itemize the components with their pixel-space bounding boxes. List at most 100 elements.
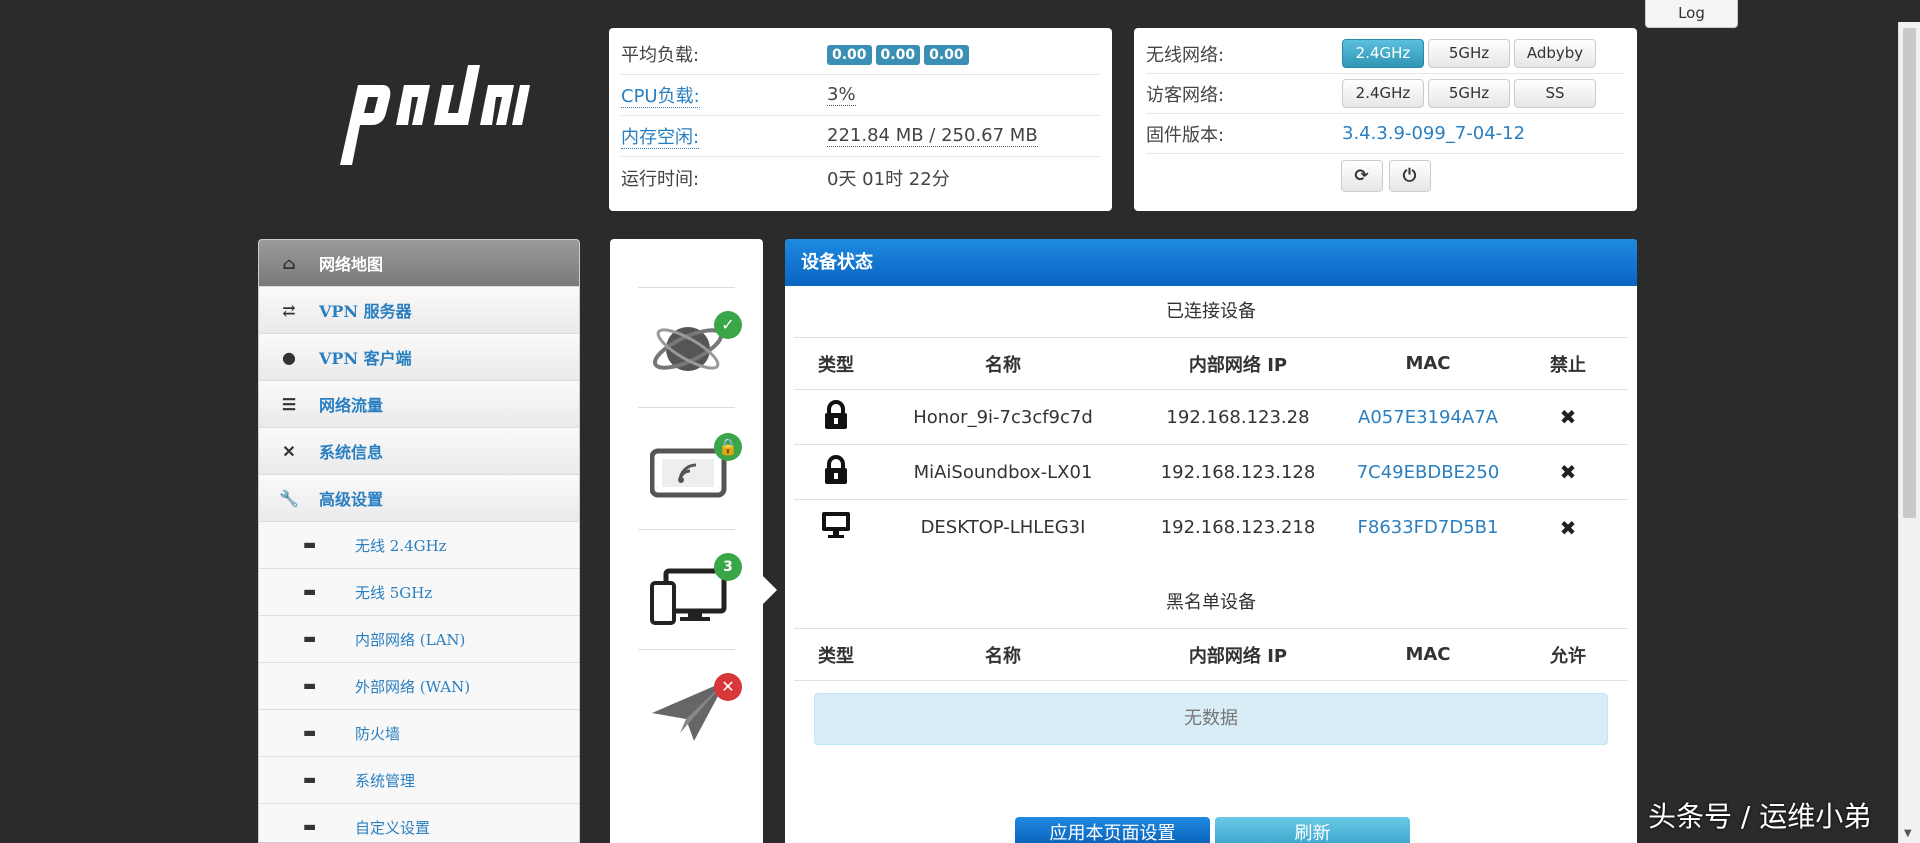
avg-load-row: 平均负载: 0.00 0.00 0.00 (621, 34, 1100, 75)
guest-row: 访客网络: 2.4GHz 5GHz SS (1146, 74, 1625, 114)
submenu-wireless-5g[interactable]: ▬ 无线 5GHz (259, 569, 579, 616)
block-icon[interactable]: ✖ (1508, 405, 1628, 429)
device-ip: 192.168.123.28 (1166, 406, 1310, 428)
col-type: 类型 (818, 645, 854, 667)
guest-label: 访客网络: (1146, 84, 1225, 106)
dash-icon: ▬ (303, 725, 317, 741)
submenu-label: 无线 2.4GHz (355, 536, 447, 555)
wireless-status[interactable]: 🔒 (649, 429, 750, 519)
device-name: Honor_9i-7c3cf9c7d (913, 406, 1093, 428)
apply-settings-button[interactable]: 应用本页面设置 (1015, 817, 1210, 843)
lock-icon (794, 454, 878, 490)
submenu-label: 防火墙 (355, 724, 401, 743)
cpu-row: CPU负载: 3% (621, 75, 1100, 116)
power-actions-row: ⟳ ⏻ (1146, 154, 1625, 198)
error-icon: ✕ (714, 673, 742, 701)
table-row: MiAiSoundbox-LX01 192.168.123.128 7C49EB… (794, 445, 1628, 500)
adbyby-button[interactable]: Adbyby (1514, 39, 1596, 68)
firmware-row: 固件版本: 3.4.3.9-099_7-04-12 (1146, 114, 1625, 154)
submenu-admin[interactable]: ▬ 系统管理 (259, 757, 579, 804)
menu-item-vpn-client[interactable]: ● VPN 客户端 (259, 334, 579, 381)
status-icons-panel: ✓ 🔒 3 ✕ (610, 239, 763, 843)
wireless-label: 无线网络: (1146, 44, 1225, 66)
ss-button[interactable]: SS (1514, 79, 1596, 108)
menu-label: 高级设置 (319, 490, 384, 509)
clients-status[interactable]: 3 (650, 549, 750, 639)
scrollbar-thumb[interactable] (1903, 28, 1916, 518)
network-panel: 无线网络: 2.4GHz 5GHz Adbyby 访客网络: 2.4GHz 5G… (1134, 28, 1637, 211)
table-row: DESKTOP-LHLEG3I 192.168.123.218 F8633FD7… (794, 500, 1628, 555)
menu-item-system-info[interactable]: ✕ 系统信息 (259, 428, 579, 475)
firmware-label: 固件版本: (1146, 124, 1225, 146)
dash-icon: ▬ (303, 819, 317, 835)
internet-status[interactable]: ✓ (650, 307, 750, 397)
uptime-value: 0天 01时 22分 (827, 168, 950, 190)
wrench-icon: 🔧 (279, 488, 299, 508)
submenu-wireless-2g[interactable]: ▬ 无线 2.4GHz (259, 522, 579, 569)
device-ip: 192.168.123.218 (1160, 517, 1316, 538)
uptime-row: 运行时间: 0天 01时 22分 (621, 157, 1100, 198)
submenu-label: 外部网络 (WAN) (355, 677, 471, 696)
submenu-firewall[interactable]: ▬ 防火墙 (259, 710, 579, 757)
col-name: 名称 (985, 354, 1021, 376)
device-count-badge: 3 (714, 553, 742, 581)
dash-icon: ▬ (303, 678, 317, 694)
guest-2g-button[interactable]: 2.4GHz (1342, 79, 1424, 108)
active-pointer (763, 576, 777, 604)
dash-icon: ▬ (303, 537, 317, 553)
connected-devices-title: 已连接设备 (794, 286, 1628, 338)
blacklist-section: 黑名单设备 类型 名称 内部网络 IP MAC 允许 无数据 (794, 577, 1628, 745)
blacklist-table-header: 类型 名称 内部网络 IP MAC 允许 (794, 629, 1628, 681)
cpu-load-link[interactable]: CPU负载: (621, 86, 700, 108)
reboot-button[interactable]: ⟳ (1340, 160, 1383, 192)
block-icon[interactable]: ✖ (1508, 460, 1628, 484)
dash-icon: ▬ (303, 584, 317, 600)
device-status-panel: 设备状态 已连接设备 类型 名称 内部网络 IP MAC 禁止 Honor_9i… (785, 239, 1637, 843)
tasks-icon: ☰ (281, 394, 297, 414)
device-mac-link[interactable]: 7C49EBDBE250 (1348, 462, 1508, 483)
block-icon[interactable]: ✖ (1508, 516, 1628, 540)
wan-status[interactable]: ✕ (650, 669, 750, 759)
page-scrollbar[interactable]: ▼ (1898, 22, 1920, 843)
device-status-title: 设备状态 (785, 239, 1637, 286)
avg-load-1: 0.00 (827, 45, 872, 65)
firmware-version-link[interactable]: 3.4.3.9-099_7-04-12 (1342, 123, 1525, 144)
col-type: 类型 (818, 354, 854, 376)
submenu-wan[interactable]: ▬ 外部网络 (WAN) (259, 663, 579, 710)
table-row: Honor_9i-7c3cf9c7d 192.168.123.28 A057E3… (794, 390, 1628, 445)
padavan-logo (340, 65, 530, 165)
scroll-down-arrow-icon[interactable]: ▼ (1904, 828, 1912, 839)
log-button[interactable]: Log (1645, 0, 1738, 28)
menu-label: 网络地图 (319, 255, 384, 274)
menu-item-traffic[interactable]: ☰ 网络流量 (259, 381, 579, 428)
col-ip: 内部网络 IP (1188, 645, 1288, 667)
refresh-button[interactable]: 刷新 (1215, 817, 1410, 843)
submenu-lan[interactable]: ▬ 内部网络 (LAN) (259, 616, 579, 663)
col-ip: 内部网络 IP (1188, 354, 1288, 376)
shutdown-button[interactable]: ⏻ (1388, 160, 1431, 192)
watermark: 头条号 / 运维小弟 (1648, 800, 1872, 833)
globe-icon: ● (282, 347, 296, 367)
avg-load-5: 0.00 (875, 45, 921, 65)
avg-load-label: 平均负载: (621, 45, 700, 66)
uptime-label: 运行时间: (621, 168, 700, 190)
submenu-label: 自定义设置 (355, 818, 431, 837)
col-mac: MAC (1405, 353, 1451, 374)
device-mac-link[interactable]: F8633FD7D5B1 (1348, 517, 1508, 538)
device-mac-link[interactable]: A057E3194A7A (1348, 407, 1508, 428)
lock-icon (794, 399, 878, 435)
menu-item-vpn-server[interactable]: ⇄ VPN 服务器 (259, 287, 579, 334)
memory-free-link[interactable]: 内存空闲: (621, 127, 700, 149)
guest-5g-button[interactable]: 5GHz (1428, 79, 1510, 108)
dash-icon: ▬ (303, 631, 317, 647)
wireless-2g-button[interactable]: 2.4GHz (1342, 39, 1424, 68)
device-name: MiAiSoundbox-LX01 (913, 461, 1093, 483)
menu-item-network-map[interactable]: ⌂ 网络地图 (259, 240, 579, 287)
submenu-custom[interactable]: ▬ 自定义设置 (259, 804, 579, 842)
cpu-load-value: 3% (827, 84, 856, 106)
wireless-5g-button[interactable]: 5GHz (1428, 39, 1510, 68)
lock-icon: 🔒 (714, 433, 742, 461)
menu-item-advanced[interactable]: 🔧 高级设置 (259, 475, 579, 522)
no-data-message: 无数据 (814, 693, 1608, 745)
device-ip: 192.168.123.128 (1160, 461, 1316, 483)
